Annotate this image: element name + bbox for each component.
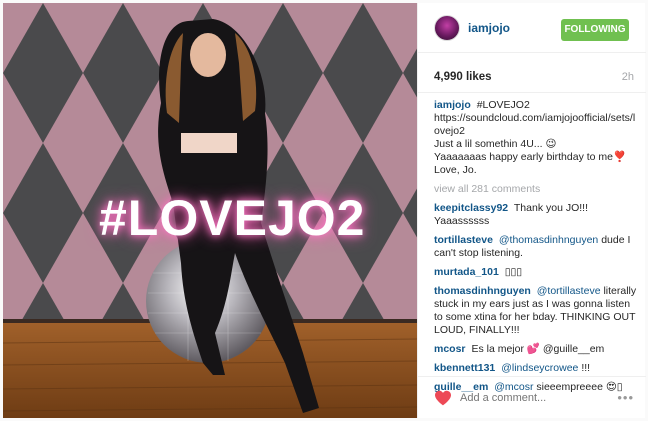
post-photo[interactable]: #LOVEJO2 [3,3,417,418]
comment-mention[interactable]: @lindseycrowee [501,362,578,374]
comments-list: iamjojo #LOVEJO2 https://soundcloud.com/… [434,99,638,400]
comment-item: thomasdinhnguyen @tortillasteve literall… [434,285,638,337]
following-button[interactable]: FOLLOWING [561,19,629,41]
ellipsis-icon[interactable]: ••• [617,390,634,405]
comment-text: !!! [581,362,591,374]
comment-item: mcosr Es la mejor 💕 @guille__em [434,343,638,356]
instagram-post-modal: #LOVEJO2 iamjojo FOLLOWING 4,990 likes 2… [0,0,648,421]
caption: iamjojo #LOVEJO2 https://soundcloud.com/… [434,99,638,177]
photo-overlay-text: #LOVEJO2 [99,190,366,246]
comment-username[interactable]: kbennett131 [434,362,495,374]
likes-count[interactable]: 4,990 likes [434,71,492,83]
comment-text: Es la mejor 💕 @guille__em [471,343,605,355]
comment-mention[interactable]: @tortillasteve [537,285,601,297]
comment-username[interactable]: thomasdinhnguyen [434,285,531,297]
header-username[interactable]: iamjojo [468,21,510,35]
view-all-comments-link[interactable]: view all 281 comments [434,183,638,196]
comment-username[interactable]: keepitclassy92 [434,202,508,214]
comment-username[interactable]: murtada_101 [434,266,499,278]
heart-icon[interactable] [434,390,452,406]
comment-item: murtada_101 ▯▯▯ [434,266,638,279]
caption-username[interactable]: iamjojo [434,99,471,111]
comment-item: tortillasteve @thomasdinhnguyen dude I c… [434,234,638,260]
post-sidebar: iamjojo FOLLOWING 4,990 likes 2h iamjojo… [417,3,646,418]
likes-row: 4,990 likes 2h [418,53,646,93]
add-comment-input[interactable] [460,390,610,406]
comment-username[interactable]: mcosr [434,343,466,355]
comment-item: kbennett131 @lindseycrowee !!! [434,362,638,375]
post-header: iamjojo FOLLOWING [418,3,646,53]
comment-text: ▯▯▯ [504,266,523,278]
post-time[interactable]: 2h [622,71,634,83]
avatar[interactable] [434,15,460,41]
comment-mention[interactable]: @thomasdinhnguyen [499,234,598,246]
comment-username[interactable]: tortillasteve [434,234,493,246]
post-footer: ••• [418,376,646,418]
comment-item: keepitclassy92 Thank you JO!!! Yaaasssss… [434,202,638,228]
